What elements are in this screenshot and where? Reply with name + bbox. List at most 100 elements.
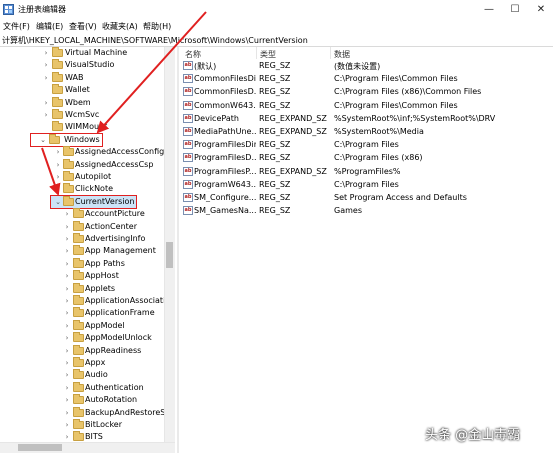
tree-expander-icon[interactable]: › xyxy=(54,146,62,158)
tree-expander-icon[interactable]: ⌄ xyxy=(54,196,62,208)
tree-item[interactable]: › AppReadiness xyxy=(0,344,164,357)
tree-expander-icon[interactable]: › xyxy=(54,183,62,195)
tree-item[interactable]: › ApplicationAssociatio xyxy=(0,295,170,307)
tree-expander-icon[interactable]: › xyxy=(54,171,62,183)
value-row[interactable]: ab SM_GamesNa... REG_SZ Games xyxy=(179,204,553,217)
tree-item[interactable]: › WAB xyxy=(0,71,164,84)
header-separator[interactable] xyxy=(330,47,331,59)
tree-item[interactable]: ⌄ CurrentVersion xyxy=(0,195,164,208)
value-row[interactable]: ab ProgramFilesDir REG_SZ C:\Program Files xyxy=(179,138,553,151)
value-row[interactable]: ab ProgramW643... REG_SZ C:\Program Files xyxy=(179,178,553,191)
tree-expander-icon[interactable]: › xyxy=(63,419,71,431)
tree-expander-icon[interactable]: › xyxy=(63,394,71,406)
value-row[interactable]: ab CommonFilesD... REG_SZ C:\Program Files … xyxy=(179,85,553,98)
tree-item-label: Audio xyxy=(85,370,108,380)
tree-item-label: AppReadiness xyxy=(85,345,142,355)
tree-expander-icon[interactable]: › xyxy=(63,307,71,319)
tree-item-label: Applets xyxy=(85,283,116,293)
string-value-icon: ab xyxy=(183,179,193,189)
tree-item[interactable]: › AccountPicture xyxy=(0,208,164,220)
tree-item[interactable]: › Audio xyxy=(0,369,164,381)
tree-expander-icon[interactable]: › xyxy=(42,47,50,59)
tree-item[interactable]: › AssignedAccessConfigura xyxy=(0,146,175,158)
tree-expander-icon[interactable]: › xyxy=(63,382,71,394)
value-type: REG_EXPAND_SZ xyxy=(259,166,327,176)
tree-expander-icon[interactable] xyxy=(42,121,50,133)
tree-item[interactable]: › Wbem xyxy=(0,96,164,109)
close-button[interactable]: ✕ xyxy=(528,0,553,19)
tree-expander-icon[interactable]: › xyxy=(63,245,71,257)
tree-item[interactable]: › BITS xyxy=(0,431,164,442)
tree-item[interactable]: › BackupAndRestoreSet xyxy=(0,406,173,419)
tree-item[interactable]: › AssignedAccessCsp xyxy=(0,158,164,171)
folder-icon xyxy=(73,270,84,281)
tree-expander-icon[interactable]: ⌄ xyxy=(39,134,47,146)
value-row[interactable]: ab ProgramFilesP... REG_EXPAND_SZ %ProgramF… xyxy=(179,165,553,178)
tree-item[interactable]: › AdvertisingInfo xyxy=(0,233,164,245)
tree-vertical-scroll-thumb[interactable] xyxy=(166,242,173,268)
maximize-button[interactable]: ☐ xyxy=(502,0,528,19)
tree-expander-icon[interactable]: › xyxy=(63,258,71,270)
tree-horizontal-scroll-thumb[interactable] xyxy=(18,444,62,451)
tree-expander-icon[interactable]: › xyxy=(63,295,71,307)
tree-item[interactable]: › ActionCenter xyxy=(0,220,164,233)
folder-icon xyxy=(73,344,84,355)
tree-item[interactable]: › ApplicationFrame xyxy=(0,307,164,319)
tree-expander-icon[interactable]: › xyxy=(63,345,71,357)
value-row[interactable]: ab MediaPathUne... REG_EXPAND_SZ %SystemRoo… xyxy=(179,125,553,138)
tree-expander-icon[interactable]: › xyxy=(42,59,50,71)
tree-expander-icon[interactable]: › xyxy=(63,208,71,220)
tree-item[interactable]: › Applets xyxy=(0,282,164,295)
tree-item[interactable]: › App Management xyxy=(0,245,164,257)
tree-expander-icon[interactable]: › xyxy=(42,97,50,109)
tree-item[interactable]: › Authentication xyxy=(0,381,164,394)
folder-icon xyxy=(52,59,63,70)
tree-item[interactable]: › BitLocker xyxy=(0,419,164,431)
string-value-icon: ab xyxy=(183,193,193,202)
tree-expander-icon[interactable]: › xyxy=(54,159,62,171)
minimize-button[interactable]: — xyxy=(476,0,502,19)
header-separator[interactable] xyxy=(256,47,257,59)
menu-view[interactable]: 查看(V) xyxy=(69,21,97,32)
tree-item[interactable]: Wallet xyxy=(0,84,164,96)
tree-item[interactable]: ⌄ Windows xyxy=(0,133,164,146)
tree-item[interactable]: › Virtual Machine xyxy=(0,47,164,59)
value-type: REG_SZ xyxy=(259,153,291,163)
tree-expander-icon[interactable]: › xyxy=(63,369,71,381)
tree-item[interactable]: › VisualStudio xyxy=(0,59,164,71)
tree-item[interactable]: › WcmSvc xyxy=(0,109,164,121)
value-row[interactable]: ab CommonFilesDir REG_SZ C:\Program Files\C… xyxy=(179,72,553,85)
value-row[interactable]: ab CommonW643... REG_SZ C:\Program Files\Co… xyxy=(179,99,553,112)
tree-expander-icon[interactable] xyxy=(42,84,50,96)
value-data: (数值未设置) xyxy=(334,62,381,71)
value-row[interactable]: ab ProgramFilesD... REG_SZ C:\Program Files… xyxy=(179,151,553,164)
menu-file[interactable]: 文件(F) xyxy=(3,21,30,32)
tree-expander-icon[interactable]: › xyxy=(42,109,50,121)
tree-expander-icon[interactable]: › xyxy=(63,233,71,245)
tree-item[interactable]: WIMMount xyxy=(0,121,164,133)
tree-expander-icon[interactable]: › xyxy=(63,357,71,369)
tree-item[interactable]: › Appx xyxy=(0,357,164,369)
tree-expander-icon[interactable]: › xyxy=(42,72,50,84)
tree-expander-icon[interactable]: › xyxy=(63,407,71,419)
menu-favorites[interactable]: 收藏夹(A) xyxy=(102,21,138,32)
tree-expander-icon[interactable]: › xyxy=(63,431,71,442)
tree-item[interactable]: › AppHost xyxy=(0,270,164,282)
tree-expander-icon[interactable]: › xyxy=(63,283,71,295)
menu-help[interactable]: 帮助(H) xyxy=(143,21,171,32)
value-row[interactable]: ab SM_Configure... REG_SZ Set Program Acces… xyxy=(179,191,553,204)
value-row[interactable]: ab (默认) REG_SZ (数值未设置) xyxy=(179,59,553,72)
tree-expander-icon[interactable]: › xyxy=(63,221,71,233)
address-bar[interactable]: 计算机\HKEY_LOCAL_MACHINE\SOFTWARE\Microsof… xyxy=(0,33,553,47)
menu-edit[interactable]: 编辑(E) xyxy=(36,21,63,32)
tree-item[interactable]: › Autopilot xyxy=(0,171,164,183)
tree-item[interactable]: › AutoRotation xyxy=(0,394,164,406)
tree-item[interactable]: › AppModel xyxy=(0,319,164,332)
tree-expander-icon[interactable]: › xyxy=(63,332,71,344)
tree-item[interactable]: › ClickNote xyxy=(0,183,164,195)
value-row[interactable]: ab DevicePath REG_EXPAND_SZ %SystemRoot%\in… xyxy=(179,112,553,125)
tree-expander-icon[interactable]: › xyxy=(63,270,71,282)
tree-item[interactable]: › AppModelUnlock xyxy=(0,332,164,344)
tree-item[interactable]: › App Paths xyxy=(0,257,164,270)
tree-expander-icon[interactable]: › xyxy=(63,320,71,332)
